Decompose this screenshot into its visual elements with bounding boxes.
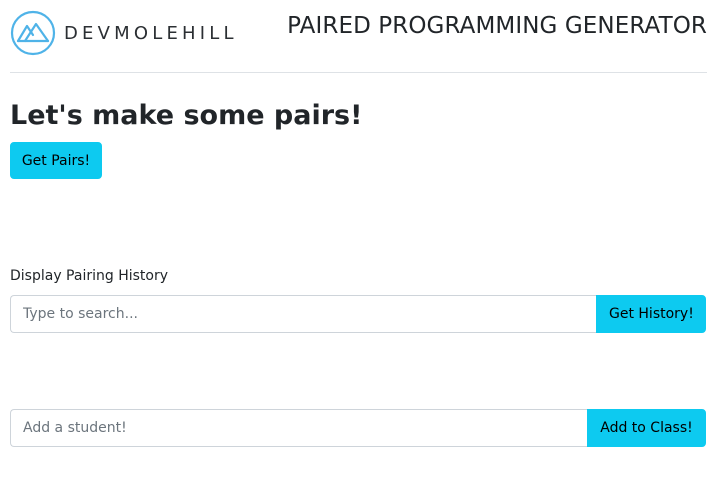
brand-logo[interactable]: DEVMOLEHILL <box>10 10 250 56</box>
mountain-icon <box>10 10 56 56</box>
page-headline: Let's make some pairs! <box>10 100 363 131</box>
history-search-group: Get History! <box>10 295 706 333</box>
header-divider <box>10 72 707 73</box>
app-header: DEVMOLEHILL PAIRED PROGRAMMING GENERATOR <box>10 10 707 60</box>
add-to-class-button[interactable]: Add to Class! <box>587 409 706 447</box>
get-history-button[interactable]: Get History! <box>596 295 706 333</box>
get-pairs-button[interactable]: Get Pairs! <box>10 142 102 179</box>
app-title: PAIRED PROGRAMMING GENERATOR <box>287 13 707 39</box>
history-label: Display Pairing History <box>10 268 168 284</box>
student-name-input[interactable] <box>10 409 587 447</box>
add-student-group: Add to Class! <box>10 409 706 447</box>
history-search-input[interactable] <box>10 295 596 333</box>
brand-name: DEVMOLEHILL <box>64 22 238 44</box>
